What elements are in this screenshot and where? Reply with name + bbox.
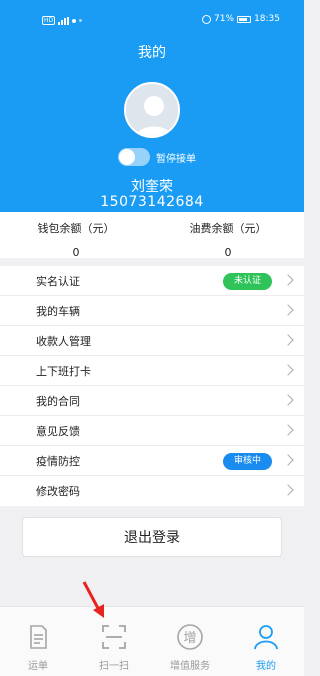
tab-label: 我的 — [256, 661, 276, 672]
menu-item-label: 上下班打卡 — [36, 364, 91, 378]
avatar[interactable] — [124, 82, 180, 138]
tab-waybill[interactable]: 运单 — [0, 607, 76, 676]
page-title: 我的 — [138, 45, 166, 61]
accept-orders-toggle-row: 暂停接单 — [118, 148, 196, 166]
wallet-balance-value: 0 — [72, 246, 80, 259]
tab-mine[interactable]: 我的 — [228, 607, 304, 676]
pause-orders-toggle[interactable] — [118, 148, 150, 166]
battery-percent: 71% — [214, 14, 235, 24]
logout-area: 退出登录 — [0, 508, 304, 590]
fuel-balance-value: 0 — [224, 246, 232, 259]
tab-label: 运单 — [28, 661, 48, 672]
notification-dot-icon — [72, 18, 77, 23]
tab-label: 扫一扫 — [99, 661, 129, 672]
logout-button[interactable]: 退出登录 — [22, 517, 282, 557]
menu-item-label: 我的合同 — [36, 394, 80, 408]
menu-item-label: 实名认证 — [36, 274, 80, 288]
menu-item-clock-in[interactable]: 上下班打卡 — [0, 356, 304, 386]
tab-label: 增值服务 — [170, 661, 210, 672]
menu-item-feedback[interactable]: 意见反馈 — [0, 416, 304, 446]
fuel-balance-label: 油费余额（元） — [189, 222, 267, 235]
status-badge-under-review: 审核中 — [222, 453, 272, 470]
wallet-balance[interactable]: 钱包余额（元） 0 — [0, 220, 152, 259]
bottom-tab-bar: 运单 扫一扫 增 增值服务 我的 — [0, 606, 304, 676]
menu-item-my-contracts[interactable]: 我的合同 — [0, 386, 304, 416]
settings-menu: 实名认证 未认证 我的车辆 收款人管理 上下班打卡 我的合同 意见反馈 疫情防控… — [0, 266, 304, 506]
menu-item-change-password[interactable]: 修改密码 — [0, 476, 304, 506]
status-bar: HD 71% 18:35 — [0, 0, 304, 40]
annotation-arrow-icon — [82, 581, 104, 618]
chevron-right-icon — [282, 304, 294, 316]
wallet-balance-label: 钱包余额（元） — [37, 222, 115, 235]
alarm-icon — [202, 14, 212, 24]
profile-header: HD 71% 18:35 我的 暂停接单 刘奎荣 15073142684 — [0, 0, 304, 212]
waybill-icon — [30, 625, 47, 649]
menu-item-my-vehicles[interactable]: 我的车辆 — [0, 296, 304, 326]
chevron-right-icon — [282, 394, 294, 406]
menu-item-label: 收款人管理 — [36, 334, 91, 348]
chevron-right-icon — [282, 334, 294, 346]
toggle-label: 暂停接单 — [156, 153, 196, 165]
menu-item-real-name-auth[interactable]: 实名认证 未认证 — [0, 266, 304, 296]
notification-dot-icon — [79, 19, 83, 22]
battery-icon — [237, 15, 252, 23]
scan-icon — [102, 625, 126, 649]
chevron-right-icon — [282, 454, 294, 466]
chevron-right-icon — [282, 484, 294, 496]
tab-value-added-services[interactable]: 增 增值服务 — [152, 607, 228, 676]
menu-item-label: 疫情防控 — [36, 454, 80, 468]
user-name: 刘奎荣 — [131, 179, 173, 195]
menu-item-epidemic-control[interactable]: 疫情防控 审核中 — [0, 446, 304, 476]
menu-item-label: 修改密码 — [36, 485, 80, 498]
default-avatar-icon — [126, 84, 178, 136]
menu-item-payee-management[interactable]: 收款人管理 — [0, 326, 304, 356]
status-badge-unverified: 未认证 — [222, 273, 272, 290]
clock: 18:35 — [254, 14, 280, 24]
chevron-right-icon — [282, 364, 294, 376]
signal-icon — [58, 16, 70, 25]
hd-indicator: HD — [42, 16, 56, 25]
value-added-icon: 增 — [177, 624, 203, 650]
fuel-balance[interactable]: 油费余额（元） 0 — [152, 220, 304, 259]
chevron-right-icon — [282, 424, 294, 436]
user-phone: 15073142684 — [100, 194, 204, 210]
balance-section: 钱包余额（元） 0 油费余额（元） 0 — [0, 212, 304, 259]
chevron-right-icon — [282, 274, 294, 286]
person-icon — [254, 625, 278, 650]
value-added-glyph: 增 — [183, 631, 196, 646]
menu-item-label: 我的车辆 — [36, 304, 80, 318]
status-right: 71% 18:35 — [202, 14, 280, 24]
menu-item-label: 意见反馈 — [36, 424, 80, 438]
status-left: HD — [42, 16, 83, 25]
